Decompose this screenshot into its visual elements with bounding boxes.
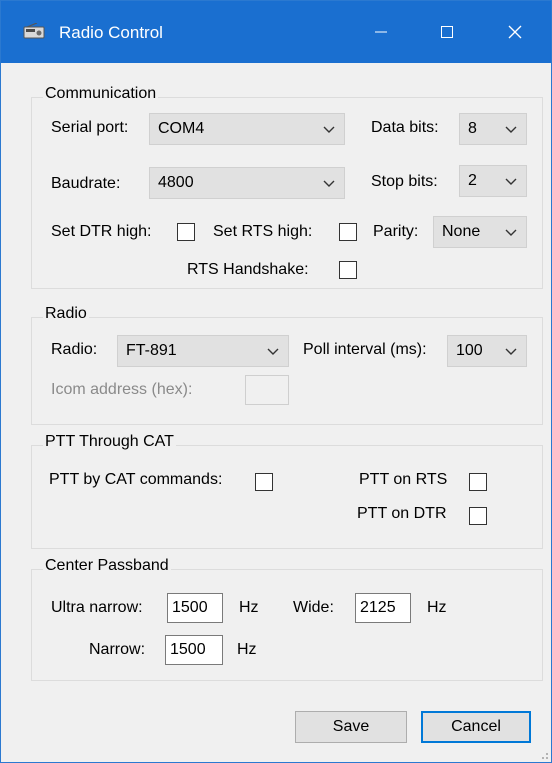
data-bits-value: 8 xyxy=(468,120,477,137)
close-icon xyxy=(508,25,522,39)
stop-bits-select[interactable]: 2 xyxy=(459,165,527,197)
resize-grip-icon[interactable] xyxy=(539,750,549,760)
communication-group-label: Communication xyxy=(43,85,159,103)
radio-model-value: FT-891 xyxy=(126,342,177,359)
chevron-down-icon xyxy=(505,126,517,133)
chevron-down-icon xyxy=(267,348,279,355)
rts-high-checkbox[interactable] xyxy=(339,223,357,241)
chevron-down-icon xyxy=(505,229,517,236)
poll-interval-value: 100 xyxy=(456,342,483,359)
ptt-dtr-label: PTT on DTR xyxy=(357,505,447,522)
rts-handshake-label: RTS Handshake: xyxy=(187,261,309,278)
parity-select[interactable]: None xyxy=(433,216,527,248)
serial-port-label: Serial port: xyxy=(51,119,129,136)
data-bits-select[interactable]: 8 xyxy=(459,113,527,145)
stop-bits-value: 2 xyxy=(468,172,477,189)
ultra-narrow-label: Ultra narrow: xyxy=(51,599,143,616)
radio-label: Radio: xyxy=(51,341,98,358)
icom-address-label: Icom address (hex): xyxy=(51,381,193,398)
minimize-button[interactable] xyxy=(361,17,401,47)
ultra-narrow-field[interactable]: 1500 xyxy=(167,593,223,623)
baudrate-label: Baudrate: xyxy=(51,175,121,192)
chevron-down-icon xyxy=(323,180,335,187)
data-bits-label: Data bits: xyxy=(371,119,439,136)
cancel-button[interactable]: Cancel xyxy=(421,711,531,743)
stop-bits-label: Stop bits: xyxy=(371,173,438,190)
maximize-icon xyxy=(441,26,453,38)
baudrate-select[interactable]: 4800 xyxy=(149,167,345,199)
radio-model-select[interactable]: FT-891 xyxy=(117,335,289,367)
close-button[interactable] xyxy=(495,17,535,47)
narrow-field[interactable]: 1500 xyxy=(165,635,223,665)
save-button[interactable]: Save xyxy=(295,711,407,743)
poll-interval-label: Poll interval (ms): xyxy=(303,341,427,358)
narrow-unit: Hz xyxy=(237,641,257,658)
dtr-high-label: Set DTR high: xyxy=(51,223,152,240)
radio-control-window: Radio Control Communication Serial port:… xyxy=(0,0,552,763)
dtr-high-checkbox[interactable] xyxy=(177,223,195,241)
serial-port-value: COM4 xyxy=(158,120,205,137)
wide-label: Wide: xyxy=(293,599,334,616)
radio-group-label: Radio xyxy=(43,305,89,323)
poll-interval-select[interactable]: 100 xyxy=(447,335,527,367)
passband-group-label: Center Passband xyxy=(43,557,171,575)
maximize-button[interactable] xyxy=(427,17,467,47)
serial-port-select[interactable]: COM4 xyxy=(149,113,345,145)
narrow-value: 1500 xyxy=(170,641,206,658)
chevron-down-icon xyxy=(323,126,335,133)
narrow-label: Narrow: xyxy=(89,641,146,658)
radio-group xyxy=(31,317,543,425)
wide-unit: Hz xyxy=(427,599,447,616)
passband-group xyxy=(31,569,543,681)
ptt-dtr-checkbox[interactable] xyxy=(469,507,487,525)
ptt-rts-checkbox[interactable] xyxy=(469,473,487,491)
rts-handshake-checkbox[interactable] xyxy=(339,261,357,279)
title-bar[interactable]: Radio Control xyxy=(1,1,551,63)
ptt-group-label: PTT Through CAT xyxy=(43,433,176,451)
radio-icon xyxy=(23,22,45,44)
ptt-rts-label: PTT on RTS xyxy=(359,471,448,488)
minimize-icon xyxy=(375,31,387,33)
ultra-narrow-value: 1500 xyxy=(172,599,208,616)
parity-label: Parity: xyxy=(373,223,419,240)
rts-high-label: Set RTS high: xyxy=(213,223,313,240)
chevron-down-icon xyxy=(505,348,517,355)
icom-address-field xyxy=(245,375,289,405)
parity-value: None xyxy=(442,223,481,240)
ptt-cat-checkbox[interactable] xyxy=(255,473,273,491)
window-title: Radio Control xyxy=(59,23,163,42)
baudrate-value: 4800 xyxy=(158,174,194,191)
ptt-cat-label: PTT by CAT commands: xyxy=(49,471,223,488)
wide-value: 2125 xyxy=(360,599,396,616)
ptt-group xyxy=(31,445,543,549)
ultra-narrow-unit: Hz xyxy=(239,599,259,616)
chevron-down-icon xyxy=(505,178,517,185)
wide-field[interactable]: 2125 xyxy=(355,593,411,623)
